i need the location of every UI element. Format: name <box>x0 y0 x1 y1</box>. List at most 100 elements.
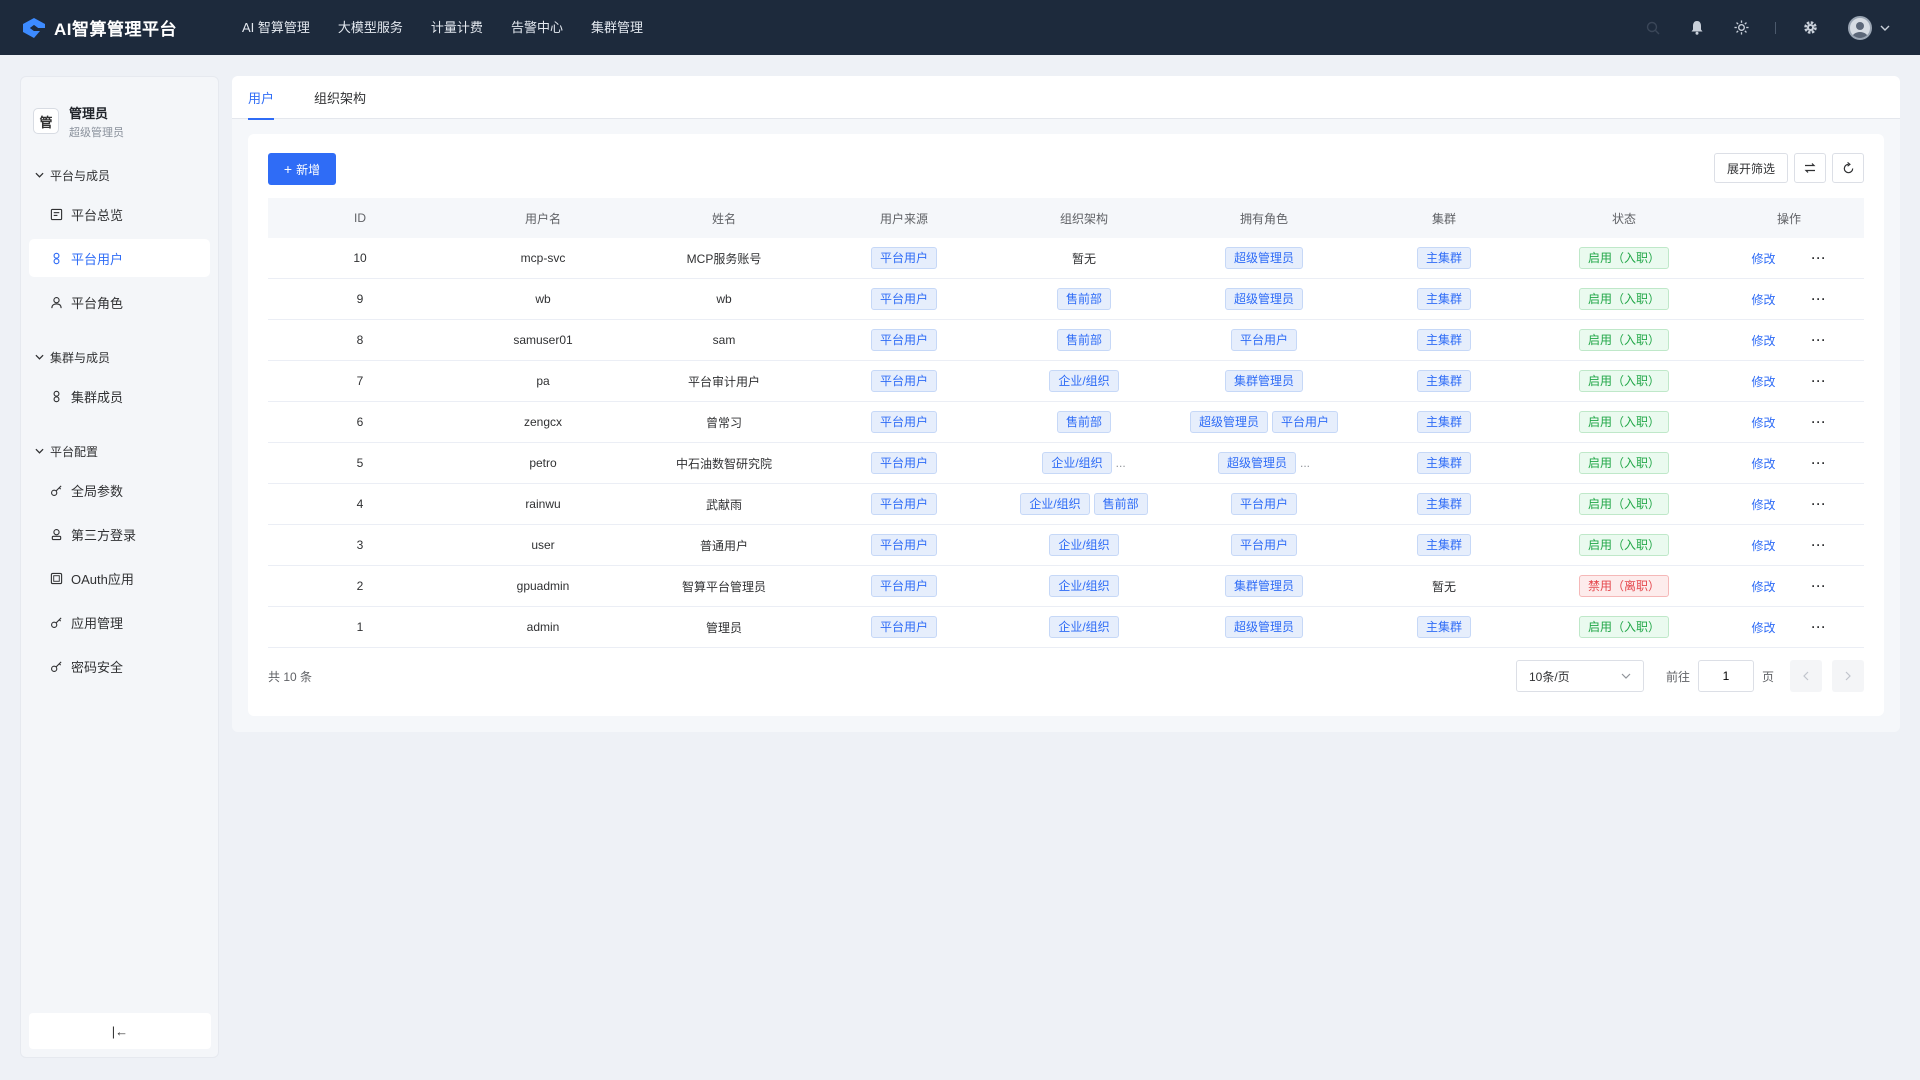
sun-icon[interactable] <box>1731 18 1751 38</box>
user-menu[interactable] <box>1848 15 1890 40</box>
edit-link[interactable]: 修改 <box>1751 332 1775 349</box>
search-icon[interactable] <box>1643 18 1663 38</box>
user-name: 管理员 <box>69 105 109 121</box>
nav-cluster[interactable]: 集群管理 <box>577 0 657 55</box>
next-page-button[interactable] <box>1832 660 1864 692</box>
cell-username: zengcx <box>523 415 563 429</box>
sidebar-item[interactable]: 平台角色 <box>29 283 210 321</box>
edit-link[interactable]: 修改 <box>1751 537 1775 554</box>
more-actions-icon[interactable]: ··· <box>1812 292 1827 306</box>
more-actions-icon[interactable]: ··· <box>1812 374 1827 388</box>
cell-username: user <box>531 538 555 552</box>
more-actions-icon[interactable]: ··· <box>1812 620 1827 634</box>
menu-group-title[interactable]: 集群与成员 <box>21 347 218 367</box>
menu-group-title[interactable]: 平台与成员 <box>21 165 218 185</box>
dashboard-icon <box>49 207 63 221</box>
user-panel: + 新增 展开筛选 ID 用户名 姓名 用户来源 组织架构 拥有角色 集群 状态… <box>248 134 1884 716</box>
sidebar-item[interactable]: 平台用户 <box>29 239 210 277</box>
sidebar-item[interactable]: 集群成员 <box>29 377 210 415</box>
column-settings-button[interactable] <box>1794 153 1826 183</box>
cell-roles: 超级管理员 平台用户 <box>1174 411 1354 433</box>
cell-name: 管理员 <box>705 620 742 635</box>
role-tag: 集群管理员 <box>1224 575 1303 597</box>
cluster-tag: 主集群 <box>1416 370 1471 392</box>
table-row: 9 wb wb 平台用户 售前部 超级管理员 主集群 启用（入职） 修改 ··· <box>268 279 1864 320</box>
cell-name: 曾常习 <box>705 415 742 430</box>
source-tag: 平台用户 <box>870 288 937 310</box>
edit-link[interactable]: 修改 <box>1751 455 1775 472</box>
cell-username: gpuadmin <box>516 579 570 593</box>
edit-link[interactable]: 修改 <box>1751 619 1775 636</box>
more-actions-icon[interactable]: ··· <box>1812 497 1827 511</box>
page-size-select[interactable]: 10条/页 <box>1515 660 1644 692</box>
sidebar-item[interactable]: 应用管理 <box>29 603 210 641</box>
sidebar-item[interactable]: 全局参数 <box>29 471 210 509</box>
brand[interactable]: AI智算管理平台 <box>20 14 210 42</box>
cluster-tag: 主集群 <box>1416 288 1471 310</box>
cell-org: 暂无 <box>994 250 1174 267</box>
role-tag: 平台用户 <box>1230 493 1297 515</box>
chevron-left-icon <box>1803 671 1809 681</box>
sidebar-item[interactable]: 平台总览 <box>29 195 210 233</box>
edit-link[interactable]: 修改 <box>1751 496 1775 513</box>
gear-icon[interactable] <box>1800 18 1820 38</box>
page-number-input[interactable] <box>1697 660 1754 692</box>
status-badge: 禁用（离职） <box>1578 575 1669 597</box>
sidebar-menu: 平台与成员平台总览平台用户平台角色集群与成员集群成员平台配置全局参数第三方登录 O… <box>21 165 218 685</box>
cell-cluster: 主集群 <box>1354 370 1534 392</box>
edit-link[interactable]: 修改 <box>1751 414 1775 431</box>
nav-alerts[interactable]: 告警中心 <box>497 0 577 55</box>
cell-cluster: 主集群 <box>1354 288 1534 310</box>
cluster-tag: 主集群 <box>1416 247 1471 269</box>
prev-page-button[interactable] <box>1790 660 1822 692</box>
sidebar-item[interactable]: 密码安全 <box>29 647 210 685</box>
expand-filter-button[interactable]: 展开筛选 <box>1714 153 1788 183</box>
edit-link[interactable]: 修改 <box>1751 250 1775 267</box>
org-tag: 售前部 <box>1093 493 1148 515</box>
collapse-sidebar-button[interactable]: |← <box>29 1013 211 1049</box>
menu-group-title[interactable]: 平台配置 <box>21 441 218 461</box>
role-tag: 超级管理员 <box>1217 452 1296 474</box>
sidebar-item[interactable]: 第三方登录 <box>29 515 210 553</box>
cell-roles: 平台用户 <box>1174 329 1354 351</box>
sidebar-item[interactable]: OAuth应用 <box>29 559 210 597</box>
nav-ai-compute[interactable]: AI 智算管理 <box>228 0 324 55</box>
cell-name: wb <box>716 292 732 306</box>
role-tag: 平台用户 <box>1230 534 1297 556</box>
cluster-empty: 暂无 <box>1431 579 1456 594</box>
sidebar-item-label: 全局参数 <box>71 483 124 499</box>
col-roles: 拥有角色 <box>1239 211 1288 226</box>
col-actions: 操作 <box>1776 211 1801 226</box>
more-actions-icon[interactable]: ··· <box>1812 251 1827 265</box>
org-tag: 售前部 <box>1056 411 1111 433</box>
more-actions-icon[interactable]: ··· <box>1812 456 1827 470</box>
tab-users[interactable]: 用户 <box>248 76 275 120</box>
col-username: 用户名 <box>524 211 561 226</box>
more-actions-icon[interactable]: ··· <box>1812 333 1827 347</box>
add-user-button[interactable]: + 新增 <box>268 153 336 185</box>
edit-link[interactable]: 修改 <box>1751 291 1775 308</box>
bell-icon[interactable] <box>1687 18 1707 38</box>
cell-actions: 修改 ··· <box>1714 537 1864 554</box>
cell-cluster: 主集群 <box>1354 411 1534 433</box>
cell-cluster: 主集群 <box>1354 452 1534 474</box>
table-row: 5 petro 中石油数智研究院 平台用户 企业/组织... 超级管理员... 主集群 启用（… <box>268 443 1864 484</box>
user-card: 管 管理员 超级管理员 <box>21 77 218 147</box>
nav-billing[interactable]: 计量计费 <box>417 0 497 55</box>
refresh-button[interactable] <box>1832 153 1864 183</box>
col-org: 组织架构 <box>1059 211 1108 226</box>
cell-org: 企业/组织 <box>994 370 1174 392</box>
more-actions-icon[interactable]: ··· <box>1812 415 1827 429</box>
more-actions-icon[interactable]: ··· <box>1812 538 1827 552</box>
nav-llm-service[interactable]: 大模型服务 <box>324 0 417 55</box>
tabs: 用户 组织架构 <box>232 76 1900 120</box>
role-tag: 平台用户 <box>1230 329 1297 351</box>
col-status: 状态 <box>1611 211 1636 226</box>
status-badge: 启用（入职） <box>1578 534 1669 556</box>
edit-link[interactable]: 修改 <box>1751 373 1775 390</box>
main-content: 用户 组织架构 + 新增 展开筛选 ID 用户名 姓名 用户来源 组织架构 拥有… <box>232 76 1900 732</box>
tab-organization[interactable]: 组织架构 <box>314 76 366 119</box>
cell-cluster: 主集群 <box>1354 616 1534 638</box>
edit-link[interactable]: 修改 <box>1751 578 1775 595</box>
more-actions-icon[interactable]: ··· <box>1812 579 1827 593</box>
